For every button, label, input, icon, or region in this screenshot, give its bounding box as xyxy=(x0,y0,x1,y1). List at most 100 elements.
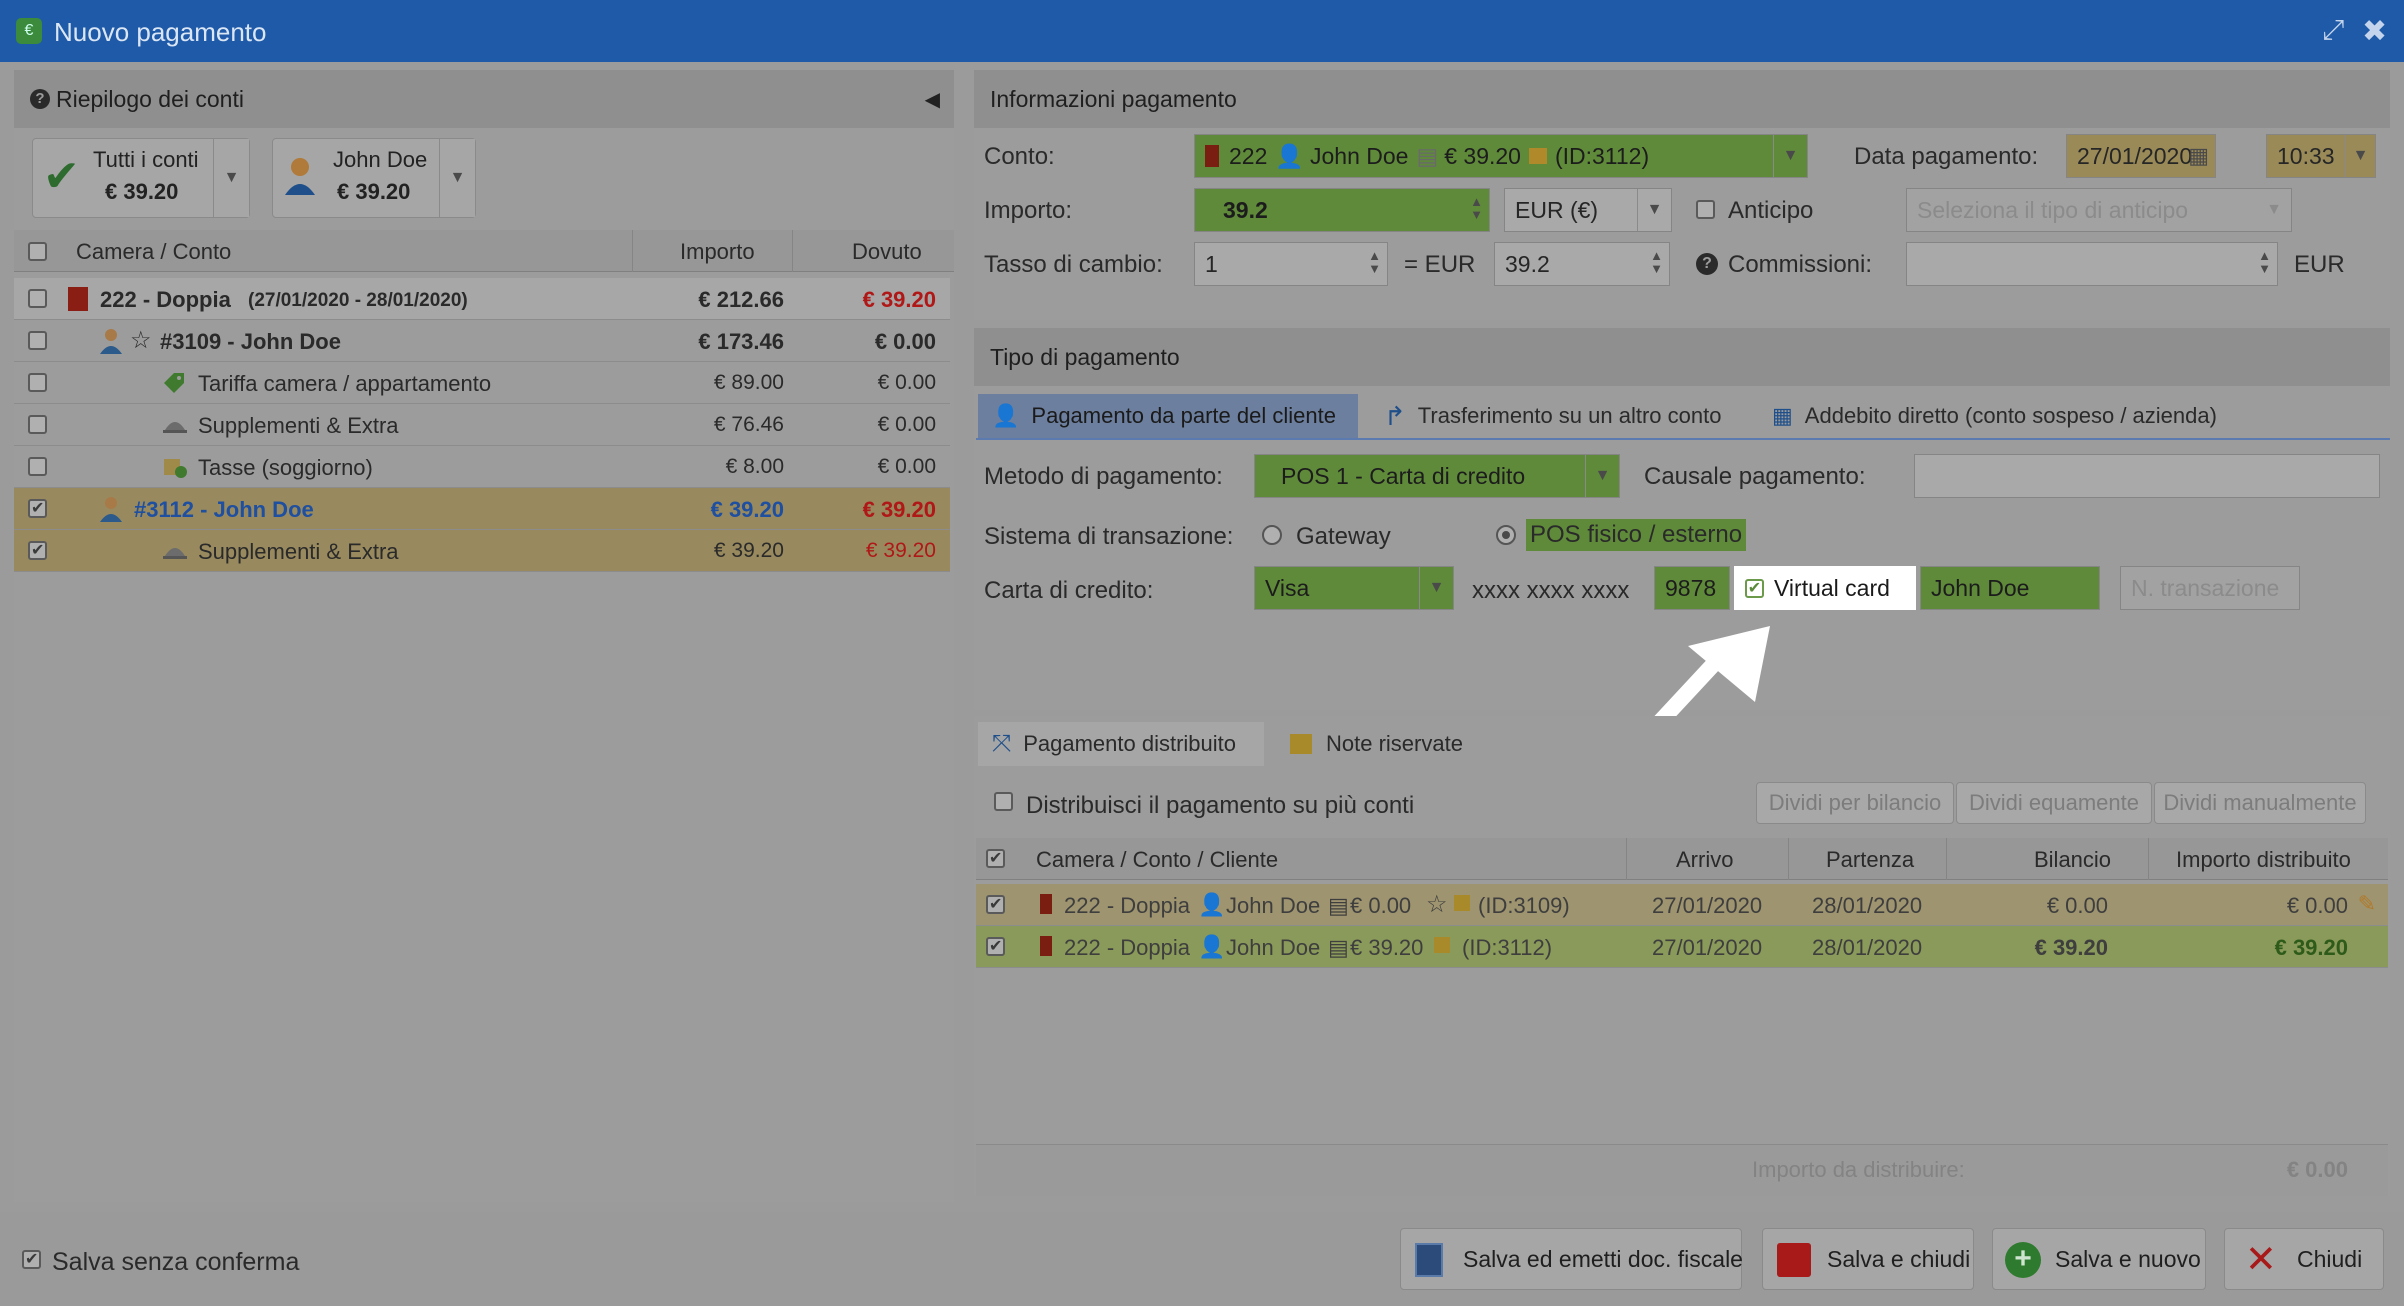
tab-trasferimento[interactable]: ↱ Trasferimento su un altro conto xyxy=(1370,394,1721,438)
row-dovuto: € 39.20 xyxy=(862,287,936,312)
commissioni-input[interactable]: ▲ ▼ xyxy=(1906,242,2278,286)
row-checkbox[interactable] xyxy=(986,936,1005,956)
distribution-table-header: Camera / Conto / Cliente Arrivo Partenza… xyxy=(976,838,2388,880)
data-pagamento-label: Data pagamento: xyxy=(1854,143,2039,170)
data-pagamento-input[interactable]: 27/01/2020 ▦ xyxy=(2066,134,2216,178)
chevron-down-icon[interactable]: ▼ xyxy=(1773,135,1807,177)
salva-chiudi-button[interactable]: Salva e chiudi xyxy=(1762,1228,1974,1290)
select-all-checkbox[interactable] xyxy=(28,242,47,261)
row-checkbox[interactable] xyxy=(28,415,47,434)
tasso-input[interactable]: 1 ▲ ▼ xyxy=(1194,242,1388,286)
dist-row-arrivo: 27/01/2020 xyxy=(1652,893,1763,918)
salva-senza-conferma-checkbox[interactable] xyxy=(22,1249,41,1269)
causale-input[interactable] xyxy=(1914,454,2380,498)
account-selector-person[interactable]: John Doe € 39.20 ▼ xyxy=(272,138,476,218)
table-row[interactable]: Tasse (soggiorno) € 8.00 € 0.00 xyxy=(14,446,950,488)
title-bar: € Nuovo pagamento ⤢ ✖ xyxy=(0,0,2404,62)
time-input[interactable]: 10:33 ▼ xyxy=(2266,134,2376,178)
account-all-amount: € 39.20 xyxy=(105,179,179,204)
table-row[interactable]: 222 - Doppia 👤 John Doe ▤ € 0.00 ☆ (ID:3… xyxy=(976,884,2388,926)
tab-pagamento-cliente-label: Pagamento da parte del cliente xyxy=(1031,403,1336,428)
currency-select[interactable]: EUR (€) ▼ xyxy=(1504,188,1672,232)
tab-distribuito-label: Pagamento distribuito xyxy=(1023,731,1236,756)
table-row[interactable]: Tariffa camera / appartamento € 89.00 € … xyxy=(14,362,950,404)
chevron-down-icon[interactable]: ▼ xyxy=(439,139,475,217)
distribuisci-checkbox[interactable] xyxy=(994,792,1013,811)
table-row[interactable]: Supplementi & Extra € 39.20 € 39.20 xyxy=(14,530,950,572)
metodo-label: Metodo di pagamento: xyxy=(984,463,1223,490)
table-row[interactable]: ☆ #3109 - John Doe € 173.46 € 0.00 xyxy=(14,320,950,362)
person-icon: 👤 xyxy=(1275,142,1305,169)
star-icon[interactable]: ☆ xyxy=(130,326,152,355)
metodo-select[interactable]: POS 1 - Carta di credito ▼ xyxy=(1254,454,1620,498)
card-last-digits-input[interactable]: 9878 xyxy=(1654,566,1730,610)
room-door-icon xyxy=(1040,936,1052,956)
row-checkbox[interactable] xyxy=(28,289,47,308)
row-checkbox[interactable] xyxy=(28,498,47,518)
account-selector-all[interactable]: ✔ Tutti i conti € 39.20 ▼ xyxy=(32,138,250,218)
row-dates: (27/01/2020 - 28/01/2020) xyxy=(248,290,468,311)
collapse-panel-icon[interactable]: ◀ xyxy=(925,87,940,112)
chiudi-label: Chiudi xyxy=(2297,1246,2363,1272)
row-checkbox[interactable] xyxy=(28,540,47,560)
dividi-bilancio-button[interactable]: Dividi per bilancio xyxy=(1756,782,1954,824)
anticipo-checkbox[interactable] xyxy=(1696,200,1715,219)
maximize-icon[interactable]: ⤢ xyxy=(2322,14,2344,47)
salva-senza-conferma-label: Salva senza conferma xyxy=(52,1248,300,1276)
stepper-icon[interactable]: ▲ ▼ xyxy=(2258,249,2271,275)
virtual-card-checkbox[interactable]: ✔ xyxy=(1745,578,1764,598)
transazione-placeholder: N. transazione xyxy=(2131,574,2280,601)
dividi-equamente-button[interactable]: Dividi equamente xyxy=(1956,782,2152,824)
tab-pagamento-cliente[interactable]: 👤 Pagamento da parte del cliente xyxy=(978,394,1358,438)
salva-nuovo-button[interactable]: + Salva e nuovo xyxy=(1992,1228,2206,1290)
row-checkbox[interactable] xyxy=(28,373,47,392)
chevron-down-icon[interactable]: ▼ xyxy=(2345,135,2375,177)
transazione-input[interactable]: N. transazione xyxy=(2120,566,2300,610)
person-icon xyxy=(283,155,317,197)
room-door-icon xyxy=(1040,894,1052,914)
importo-input[interactable]: 39.2 ▲ ▼ xyxy=(1194,188,1490,232)
stepper-icon[interactable]: ▲ ▼ xyxy=(1470,195,1483,221)
conto-select[interactable]: 222 👤 John Doe ▤ € 39.20 (ID:3112) ▼ xyxy=(1194,134,1808,178)
row-label: Supplementi & Extra xyxy=(198,413,399,438)
chevron-down-icon[interactable]: ▼ xyxy=(1585,455,1619,497)
close-x-icon: ✕ xyxy=(2245,1239,2277,1281)
chevron-down-icon[interactable]: ▼ xyxy=(2257,189,2291,231)
anticipo-type-placeholder: Seleziona il tipo di anticipo xyxy=(1917,196,2189,223)
calendar-icon[interactable]: ▦ xyxy=(2188,143,2209,169)
dist-row-person: John Doe xyxy=(1226,935,1321,960)
dist-row-distribuito: € 39.20 xyxy=(2274,935,2348,960)
table-row[interactable]: 222 - Doppia 👤 John Doe ▤ € 39.20 (ID:31… xyxy=(976,926,2388,968)
chevron-down-icon[interactable]: ▼ xyxy=(1419,567,1453,609)
accounts-table-header: Camera / Conto Importo Dovuto xyxy=(14,230,954,272)
table-row[interactable]: Supplementi & Extra € 76.46 € 0.00 xyxy=(14,404,950,446)
chiudi-button[interactable]: ✕ Chiudi xyxy=(2224,1228,2384,1290)
chevron-down-icon[interactable]: ▼ xyxy=(213,139,249,217)
tab-note-riservate[interactable]: Note riservate xyxy=(1276,722,1463,766)
chevron-down-icon[interactable]: ▼ xyxy=(1637,189,1671,231)
row-checkbox[interactable] xyxy=(28,457,47,476)
stepper-icon[interactable]: ▲ ▼ xyxy=(1368,249,1381,275)
gateway-radio[interactable] xyxy=(1262,525,1282,545)
stepper-icon[interactable]: ▲ ▼ xyxy=(1650,249,1663,275)
dividi-manualmente-button[interactable]: Dividi manualmente xyxy=(2154,782,2366,824)
column-header-bilancio: Bilancio xyxy=(2034,847,2112,872)
row-checkbox[interactable] xyxy=(986,894,1005,914)
carta-select[interactable]: Visa ▼ xyxy=(1254,566,1454,610)
edit-pencil-icon[interactable]: ✎ xyxy=(2358,891,2376,917)
anticipo-type-select[interactable]: Seleziona il tipo di anticipo ▼ xyxy=(1906,188,2292,232)
dist-row-person: John Doe xyxy=(1226,893,1321,918)
salva-emetti-fiscale-button[interactable]: Salva ed emetti doc. fiscale xyxy=(1400,1228,1743,1290)
table-row[interactable]: 222 - Doppia (27/01/2020 - 28/01/2020) €… xyxy=(14,278,950,320)
converted-amount-input[interactable]: 39.2 ▲ ▼ xyxy=(1494,242,1670,286)
close-icon[interactable]: ✖ xyxy=(2362,14,2387,49)
table-row[interactable]: #3112 - John Doe € 39.20 € 39.20 xyxy=(14,488,950,530)
select-all-checkbox[interactable] xyxy=(986,848,1005,868)
tab-pagamento-distribuito[interactable]: ⤧ Pagamento distribuito xyxy=(978,722,1264,766)
row-checkbox[interactable] xyxy=(28,331,47,350)
tab-addebito-diretto[interactable]: ▦ Addebito diretto (conto sospeso / azie… xyxy=(1758,394,2217,438)
card-holder-input[interactable]: John Doe xyxy=(1920,566,2100,610)
forward-arrow-icon: ↱ xyxy=(1384,400,1406,431)
virtual-card-toggle[interactable]: ✔ Virtual card xyxy=(1734,566,1916,610)
pos-fisico-radio[interactable] xyxy=(1496,525,1516,545)
